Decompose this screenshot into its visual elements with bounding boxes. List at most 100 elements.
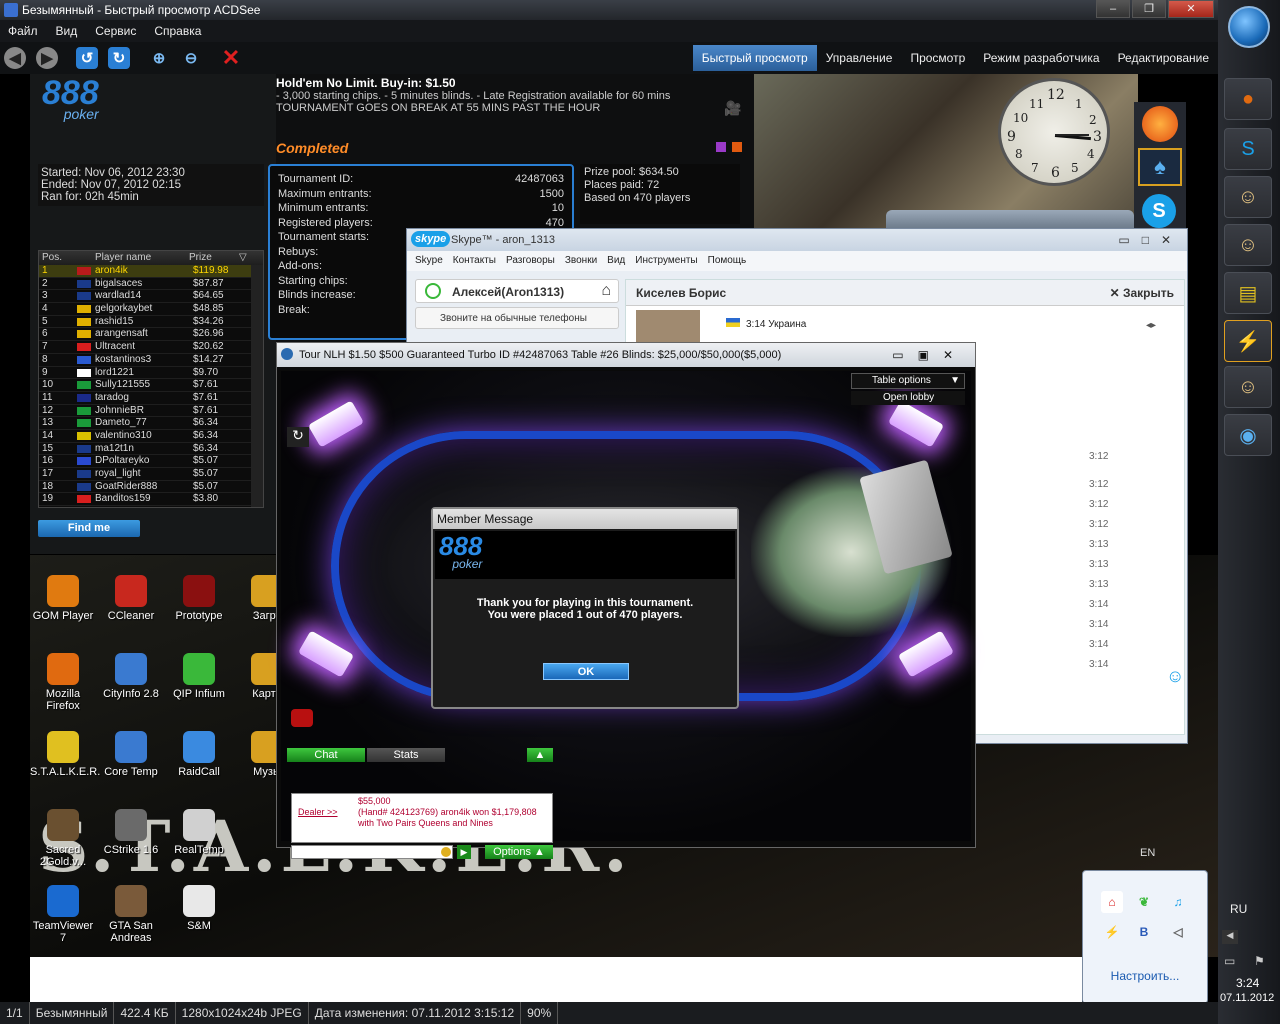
taskbar-user-icon-3[interactable]: ☺: [1224, 366, 1272, 408]
minimize-button[interactable]: –: [1096, 0, 1130, 18]
tab-developer[interactable]: Режим разработчика: [974, 45, 1108, 71]
avira-icon[interactable]: ⌂: [1101, 891, 1123, 913]
skype-window-controls[interactable]: ▭□✕: [1118, 229, 1183, 251]
vk-icon[interactable]: B: [1133, 921, 1155, 943]
taskbar-skype-icon[interactable]: S: [1224, 128, 1272, 170]
table-row[interactable]: 6 arangensaft $26.96: [39, 328, 263, 342]
skype-icon[interactable]: S: [1142, 194, 1176, 228]
desktop-icon[interactable]: RealTemp: [166, 809, 232, 856]
skype-menu-item[interactable]: Звонки: [565, 251, 597, 271]
tab-stats[interactable]: Stats: [367, 748, 445, 762]
col-prize[interactable]: Prize: [189, 251, 239, 265]
dice-icon[interactable]: [291, 709, 313, 727]
tab-manage[interactable]: Управление: [817, 45, 902, 71]
tab-edit[interactable]: Редактирование: [1109, 45, 1218, 71]
forward-icon[interactable]: ▶: [36, 47, 58, 69]
table-row[interactable]: 17 royal_light $5.07: [39, 468, 263, 481]
desktop-icon[interactable]: CityInfo 2.8: [98, 653, 164, 700]
clock-time[interactable]: 3:24: [1236, 976, 1259, 990]
lightning-icon[interactable]: ⚡: [1101, 921, 1123, 943]
desktop-icon[interactable]: RaidCall: [166, 731, 232, 778]
table-row[interactable]: 16 DPoltareyko $5.07: [39, 455, 263, 468]
back-icon[interactable]: ◀: [4, 47, 26, 69]
clock-date[interactable]: 07.11.2012: [1220, 992, 1274, 1004]
table-row[interactable]: 13 Dameto_77 $6.34: [39, 417, 263, 430]
tab-chat[interactable]: Chat: [287, 748, 365, 762]
menu-service[interactable]: Сервис: [95, 24, 136, 38]
zoom-out-icon[interactable]: ⊖: [180, 47, 202, 69]
menu-file[interactable]: Файл: [8, 24, 38, 38]
table-row[interactable]: 4 gelgorkaybet $48.85: [39, 303, 263, 316]
menu-help[interactable]: Справка: [154, 24, 201, 38]
taskbar-user-icon-2[interactable]: ☺: [1224, 224, 1272, 266]
skype-menu-item[interactable]: Контакты: [453, 251, 496, 271]
table-row[interactable]: 9 lord1221 $9.70: [39, 367, 263, 380]
open-lobby-button[interactable]: Open lobby: [851, 391, 965, 405]
ok-button[interactable]: OK: [543, 663, 629, 680]
taskbar-explorer-icon[interactable]: ▤: [1224, 272, 1272, 314]
desktop-icon[interactable]: TeamViewer 7: [30, 885, 96, 944]
skype-menu-item[interactable]: Разговоры: [506, 251, 555, 271]
table-options-button[interactable]: Table options ▼: [851, 373, 965, 389]
skype-menu-item[interactable]: Skype: [415, 251, 443, 271]
table-row[interactable]: 8 kostantinos3 $14.27: [39, 354, 263, 367]
col-player-name[interactable]: Player name: [95, 251, 189, 265]
desktop-icon[interactable]: QIP Infium: [166, 653, 232, 700]
rotate-right-icon[interactable]: ↻: [108, 47, 130, 69]
table-row[interactable]: 1 aron4ik $119.98: [39, 265, 263, 278]
volume-icon[interactable]: ◁: [1167, 921, 1189, 943]
desktop-icon[interactable]: Core Temp: [98, 731, 164, 778]
tray-expand-icon[interactable]: ◀: [1222, 930, 1238, 944]
desktop-icon[interactable]: Mozilla Firefox: [30, 653, 96, 712]
skype-menu-item[interactable]: Помощь: [708, 251, 747, 271]
firefox-icon[interactable]: [1142, 106, 1178, 142]
taskbar-camera-icon[interactable]: ◉: [1224, 414, 1272, 456]
table-row[interactable]: 14 valentino310 $6.34: [39, 430, 263, 443]
desktop-icon[interactable]: Prototype: [166, 575, 232, 622]
menu-view[interactable]: Вид: [56, 24, 78, 38]
tab-quick-view[interactable]: Быстрый просмотр: [692, 45, 817, 71]
desktop-icon[interactable]: CStrike 1.6: [98, 809, 164, 856]
table-row[interactable]: 2 bigalsaces $87.87: [39, 278, 263, 291]
table-window-controls[interactable]: ▭▣✕: [892, 343, 967, 367]
smiley-icon[interactable]: [441, 847, 451, 857]
close-button[interactable]: ✕: [1168, 0, 1214, 18]
desktop-icon[interactable]: CCleaner: [98, 575, 164, 622]
delete-icon[interactable]: ✕: [220, 45, 242, 70]
desktop-icon[interactable]: S&M: [166, 885, 232, 932]
desktop-icon[interactable]: Sacred 2Gold.v...: [30, 809, 96, 868]
desktop-icon[interactable]: GOM Player: [30, 575, 96, 622]
home-icon[interactable]: ⌂: [601, 279, 611, 303]
taskbar-user-icon-1[interactable]: ☺: [1224, 176, 1272, 218]
table-row[interactable]: 7 Ultracent $20.62: [39, 341, 263, 354]
scroll-arrows-icon[interactable]: ◂▸: [1146, 320, 1156, 331]
sort-icon[interactable]: ▽: [239, 251, 251, 265]
table-row[interactable]: 12 JohnnieBR $7.61: [39, 405, 263, 418]
desktop-icon[interactable]: GTA San Andreas: [98, 885, 164, 944]
emoticon-icon[interactable]: ☺: [1166, 666, 1184, 687]
zoom-in-icon[interactable]: ⊕: [148, 47, 170, 69]
table-row[interactable]: 10 Sully121555 $7.61: [39, 379, 263, 392]
configure-link[interactable]: Настроить...: [1083, 969, 1207, 983]
chat-dealer-link[interactable]: Dealer >>: [298, 807, 358, 829]
skype-menu-item[interactable]: Инструменты: [635, 251, 697, 271]
table-row[interactable]: 11 taradog $7.61: [39, 392, 263, 405]
rotate-seat-icon[interactable]: ↻: [287, 427, 309, 447]
options-button[interactable]: Options ▲: [485, 845, 553, 859]
player-list-scrollbar[interactable]: [251, 265, 263, 507]
col-pos[interactable]: Pos.: [39, 251, 75, 265]
table-row[interactable]: 15 ma12t1n $6.34: [39, 443, 263, 456]
poker-spade-icon[interactable]: ♠: [1138, 148, 1182, 186]
desktop-icon[interactable]: S.T.A.L.K.E.R.: [30, 731, 100, 778]
maximize-button[interactable]: ❐: [1132, 0, 1166, 18]
tab-view[interactable]: Просмотр: [901, 45, 974, 71]
taskbar-lightning-icon[interactable]: ⚡: [1224, 320, 1272, 362]
table-row[interactable]: 19 Banditos159 $3.80: [39, 493, 263, 507]
rotate-left-icon[interactable]: ↺: [76, 47, 98, 69]
chat-collapse-icon[interactable]: ▲: [527, 748, 553, 762]
call-phones-button[interactable]: Звоните на обычные телефоны: [415, 307, 619, 329]
find-me-button[interactable]: Find me: [38, 520, 140, 537]
video-icon[interactable]: 🎥: [724, 100, 742, 118]
language-indicator[interactable]: RU: [1230, 902, 1247, 916]
skype-self-name[interactable]: Алексей(Aron1313) ⌂: [415, 279, 619, 303]
